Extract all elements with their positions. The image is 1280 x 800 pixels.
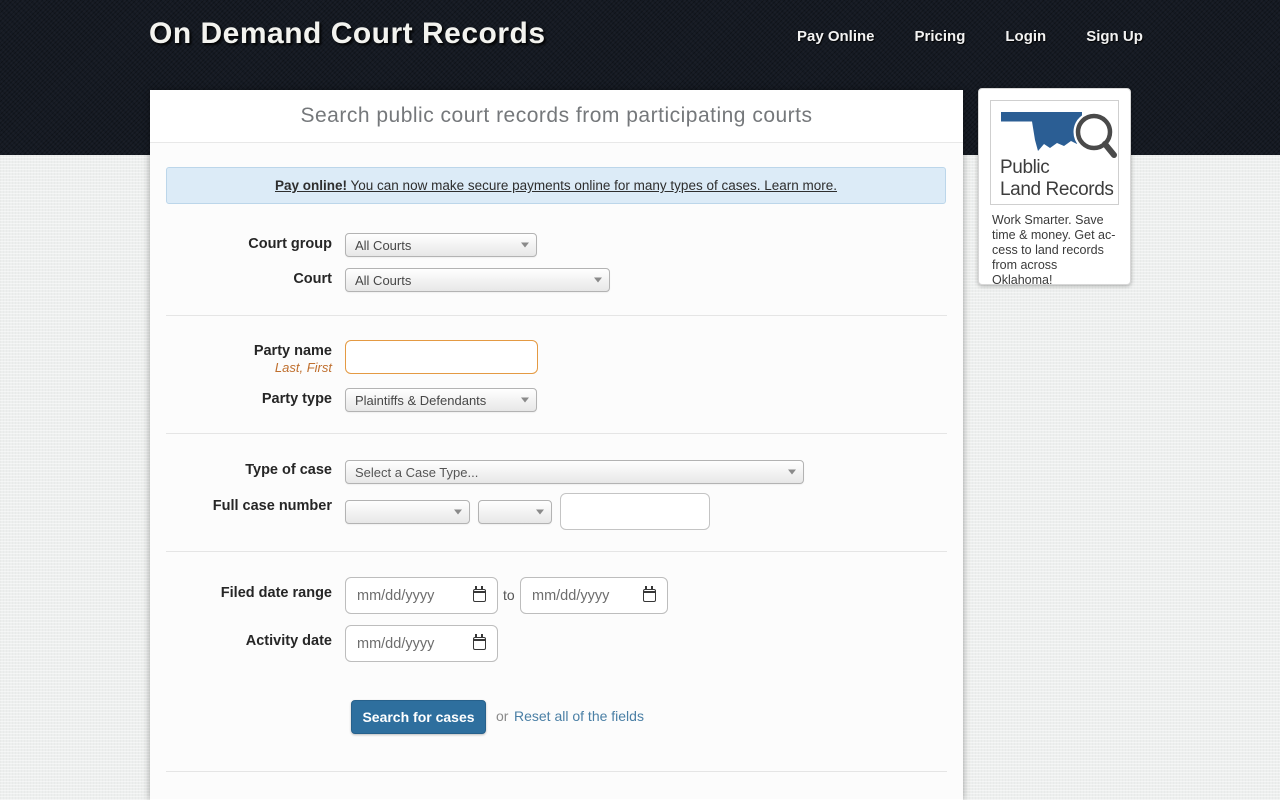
search-card: Search public court records from partici…	[150, 90, 963, 800]
chevron-down-icon	[521, 243, 529, 248]
calendar-icon[interactable]	[473, 589, 486, 602]
section-divider	[166, 315, 947, 316]
widget-description: Work Smarter. Save time & money. Get ac-…	[992, 213, 1120, 287]
party-type-label: Party type	[166, 391, 332, 407]
public-land-records-widget: Public Land Records Work Smarter. Save t…	[978, 88, 1131, 285]
activity-date-input[interactable]: mm/dd/yyyy	[345, 625, 498, 662]
search-for-cases-button[interactable]: Search for cases	[351, 700, 486, 734]
chevron-down-icon	[521, 398, 529, 403]
case-type-select[interactable]: Select a Case Type...	[345, 460, 804, 484]
court-group-value: All Courts	[355, 238, 411, 253]
section-divider	[166, 433, 947, 434]
date-placeholder: mm/dd/yyyy	[532, 588, 609, 604]
chevron-down-icon	[454, 510, 462, 515]
filed-date-from-input[interactable]: mm/dd/yyyy	[345, 577, 498, 614]
date-placeholder: mm/dd/yyyy	[357, 588, 434, 604]
chevron-down-icon	[788, 470, 796, 475]
court-value: All Courts	[355, 273, 411, 288]
party-type-value: Plaintiffs & Defendants	[355, 393, 486, 408]
case-type-value: Select a Case Type...	[355, 465, 478, 480]
court-group-select[interactable]: All Courts	[345, 233, 537, 257]
logo-line-1: Public	[1000, 157, 1118, 179]
filed-date-to-input[interactable]: mm/dd/yyyy	[520, 577, 668, 614]
pay-online-alert: Pay online! You can now make secure paym…	[166, 167, 946, 204]
pay-online-link-text: You can now make secure payments online …	[347, 178, 837, 193]
date-range-joiner: to	[503, 587, 515, 603]
pay-online-link-bold: Pay online!	[275, 178, 347, 193]
case-type-label: Type of case	[166, 462, 332, 478]
section-divider	[166, 771, 947, 772]
filed-date-label: Filed date range	[166, 585, 332, 601]
activity-date-label: Activity date	[166, 633, 332, 649]
date-placeholder: mm/dd/yyyy	[357, 636, 434, 652]
nav-login[interactable]: Login	[1005, 28, 1046, 45]
pay-online-link[interactable]: Pay online! You can now make secure paym…	[275, 178, 837, 193]
or-text: or	[496, 708, 508, 724]
court-group-label: Court group	[166, 236, 332, 252]
brand-logo[interactable]: On Demand Court Records	[149, 17, 546, 51]
court-select[interactable]: All Courts	[345, 268, 610, 292]
oklahoma-magnifier-icon	[991, 105, 1118, 163]
court-label: Court	[166, 271, 332, 287]
calendar-icon[interactable]	[473, 637, 486, 650]
case-number-prefix-select[interactable]	[478, 500, 552, 524]
party-name-label: Party name	[166, 343, 332, 359]
chevron-down-icon	[594, 278, 602, 283]
logo-line-2: Land Records	[1000, 179, 1118, 201]
chevron-down-icon	[536, 510, 544, 515]
nav-sign-up[interactable]: Sign Up	[1086, 28, 1143, 45]
calendar-icon[interactable]	[643, 589, 656, 602]
page-title: Search public court records from partici…	[300, 104, 812, 128]
party-type-select[interactable]: Plaintiffs & Defendants	[345, 388, 537, 412]
case-number-input[interactable]	[560, 493, 710, 530]
case-number-label: Full case number	[166, 498, 332, 514]
search-form: Pay online! You can now make secure paym…	[150, 143, 963, 799]
nav-pricing[interactable]: Pricing	[915, 28, 966, 45]
party-name-hint: Last, First	[166, 360, 332, 375]
case-number-year-select[interactable]	[345, 500, 470, 524]
nav-pay-online[interactable]: Pay Online	[797, 28, 875, 45]
party-name-input[interactable]	[345, 340, 538, 374]
top-navigation: Pay Online Pricing Login Sign Up	[797, 28, 1143, 45]
section-divider	[166, 551, 947, 552]
card-header: Search public court records from partici…	[150, 90, 963, 143]
public-land-records-logo[interactable]: Public Land Records	[990, 100, 1119, 205]
logo-wordmark: Public Land Records	[991, 157, 1118, 201]
reset-fields-link[interactable]: Reset all of the fields	[514, 708, 644, 724]
